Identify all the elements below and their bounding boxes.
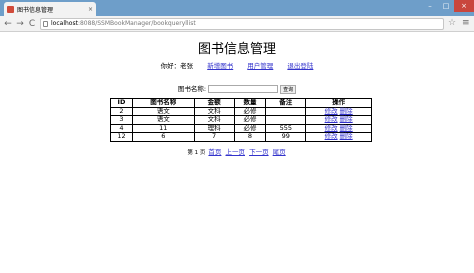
cell-id: 12 <box>110 132 133 142</box>
address-bar[interactable]: localhost:8088/SSMBookManager/bookqueryl… <box>40 18 444 30</box>
forward-arrow-icon[interactable]: → <box>14 18 26 30</box>
cell-note <box>265 106 307 116</box>
book-name-search-input[interactable] <box>208 85 279 93</box>
last-page-link[interactable]: 尾页 <box>273 148 286 156</box>
cell-actions: 修改 删除 <box>305 115 372 125</box>
page-title: 图书信息管理 <box>197 42 276 57</box>
cell-actions: 修改 删除 <box>305 132 372 142</box>
reload-icon[interactable]: C <box>26 18 38 30</box>
bookmark-star-icon[interactable]: ☆ <box>448 18 456 28</box>
table-row: 12 6 7 8 99 修改 删除 <box>110 132 372 142</box>
cell-note: 555 <box>265 123 307 133</box>
search-button[interactable]: 查询 <box>280 84 297 94</box>
browser-tab[interactable]: 图书信息管理 × <box>4 2 96 16</box>
cell-note: 99 <box>265 132 307 142</box>
cell-name: 语文 <box>131 115 195 125</box>
column-header-id: ID <box>110 98 133 108</box>
tab-title: 图书信息管理 <box>17 6 54 14</box>
cell-amount: 理科 <box>193 123 235 133</box>
column-header-amount: 金额 <box>193 98 235 108</box>
delete-link[interactable]: 删除 <box>340 107 353 115</box>
search-form: 图书名称: 查询 <box>0 83 474 94</box>
edit-link[interactable]: 修改 <box>325 107 338 115</box>
table-row: 3 语文 文科 必修 修改 删除 <box>110 115 372 125</box>
column-header-note: 备注 <box>265 98 307 108</box>
delete-link[interactable]: 删除 <box>340 124 353 132</box>
column-header-quantity: 数量 <box>233 98 267 108</box>
delete-link[interactable]: 删除 <box>340 132 353 140</box>
book-table: ID 图书名称 金额 数量 备注 操作 2 语文 文科 必修 修改 删除 3 语… <box>110 98 372 142</box>
browser-toolbar: ← → C localhost:8088/SSMBookManager/book… <box>0 16 474 32</box>
add-book-link[interactable]: 新增图书 <box>207 62 233 70</box>
logout-link[interactable]: 退出登陆 <box>287 62 313 70</box>
window-close-button[interactable]: × <box>454 0 474 12</box>
table-header-row: ID 图书名称 金额 数量 备注 操作 <box>110 98 372 108</box>
cell-note <box>265 115 307 125</box>
user-management-link[interactable]: 用户管理 <box>247 62 273 70</box>
cell-id: 2 <box>110 106 133 116</box>
next-page-link[interactable]: 下一页 <box>249 148 269 156</box>
prev-page-link[interactable]: 上一页 <box>226 148 246 156</box>
user-bar: 你好：老张 新增图书 用户管理 退出登陆 <box>0 60 474 70</box>
cell-name: 6 <box>131 132 195 142</box>
url-path: :8088/SSMBookManager/bookqueryllist <box>77 20 196 27</box>
greeting-text: 你好：老张 <box>160 62 194 70</box>
search-label: 图书名称: <box>177 85 207 93</box>
column-header-actions: 操作 <box>305 98 372 108</box>
page-favicon-icon <box>7 5 14 13</box>
cell-amount: 文科 <box>193 115 235 125</box>
browser-menu-icon[interactable]: ≡ <box>462 18 470 28</box>
edit-link[interactable]: 修改 <box>325 124 338 132</box>
page-number-text: 第 1 页 <box>187 150 206 156</box>
minimize-button[interactable]: – <box>422 0 438 12</box>
cell-amount: 7 <box>193 132 235 142</box>
edit-link[interactable]: 修改 <box>325 115 338 123</box>
delete-link[interactable]: 删除 <box>340 115 353 123</box>
first-page-link[interactable]: 首页 <box>208 148 221 156</box>
edit-link[interactable]: 修改 <box>325 132 338 140</box>
tab-close-icon[interactable]: × <box>88 6 93 13</box>
cell-id: 3 <box>110 115 133 125</box>
cell-id: 4 <box>110 123 133 133</box>
cell-quantity: 必修 <box>233 115 267 125</box>
window-titlebar: 图书信息管理 × – □ × <box>0 0 474 16</box>
maximize-button[interactable]: □ <box>438 0 454 12</box>
url-host: localhost <box>51 20 78 27</box>
cell-quantity: 8 <box>233 132 267 142</box>
back-arrow-icon[interactable]: ← <box>2 18 14 30</box>
cell-quantity: 必修 <box>233 123 267 133</box>
cell-name: 11 <box>131 123 195 133</box>
page-info-icon[interactable] <box>43 21 48 27</box>
column-header-name: 图书名称 <box>131 98 195 108</box>
pagination: 第 1 页 首页 上一页 下一页 尾页 <box>0 146 474 156</box>
